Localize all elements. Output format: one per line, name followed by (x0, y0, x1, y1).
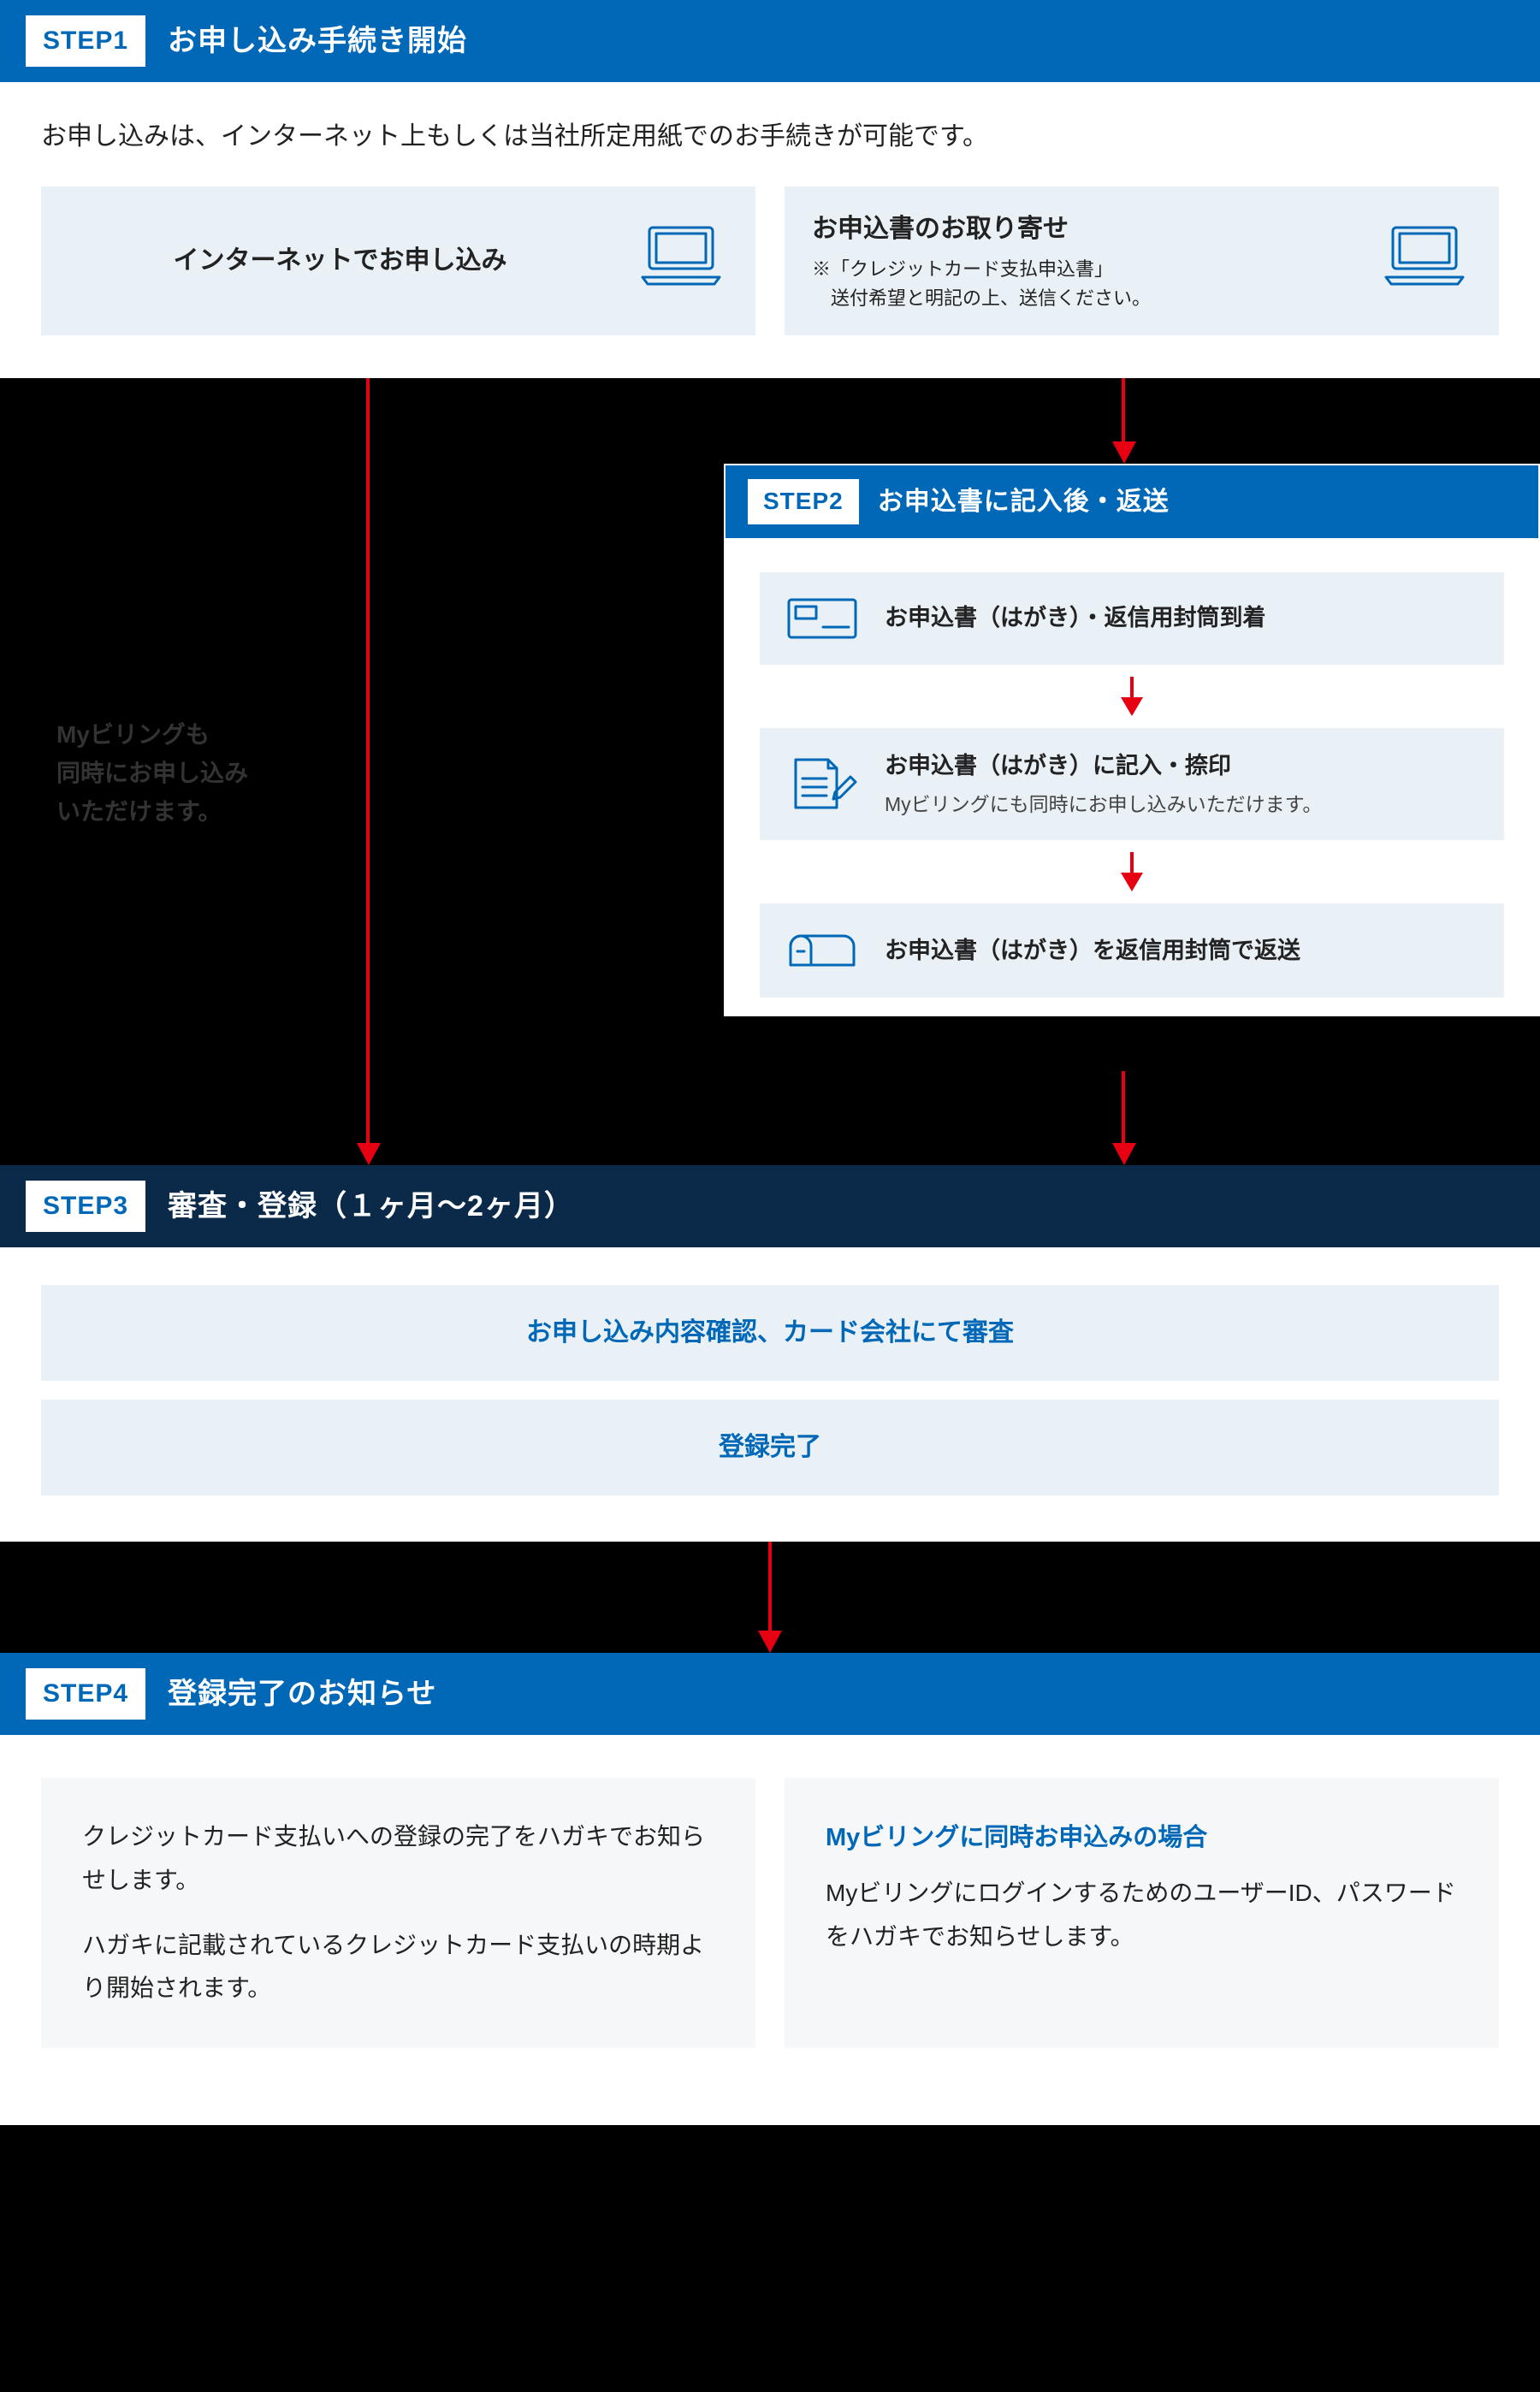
step2-body: お申込書（はがき）・返信用封筒到着 (726, 538, 1538, 1015)
step2-title: お申込書に記入後・返送 (878, 482, 1170, 523)
step4-left-p1: クレジットカード支払いへの登録の完了をハガキでお知らせします。 (82, 1815, 714, 1902)
step3-header: STEP3 審査・登録（１ヶ月〜2ヶ月） (0, 1165, 1540, 1247)
envelope-icon (785, 593, 859, 644)
mid-right-column: STEP2 お申込書に記入後・返送 お申込書（はがき）・返信用封筒到着 (724, 378, 1540, 1165)
step3-body-card: お申し込み内容確認、カード会社にて審査 登録完了 (0, 1247, 1540, 1542)
step1-tag: STEP1 (26, 15, 145, 67)
step2-panel: STEP2 お申込書に記入後・返送 お申込書（はがき）・返信用封筒到着 (724, 464, 1540, 1016)
step4-right-heading: Myビリングに同時お申込みの場合 (826, 1815, 1458, 1860)
step4-header: STEP4 登録完了のお知らせ (0, 1653, 1540, 1735)
step3-box-complete: 登録完了 (41, 1400, 1499, 1495)
step1-lead-text: お申し込みは、インターネット上もしくは当社所定用紙でのお手続きが可能です。 (41, 116, 1499, 157)
laptop-icon (634, 221, 728, 301)
step4-body-card: クレジットカード支払いへの登録の完了をハガキでお知らせします。 ハガキに記載され… (0, 1735, 1540, 2125)
flow-arrow-step3-to-step4 (0, 1542, 1540, 1653)
down-arrow-icon (1119, 677, 1145, 716)
document-pen-icon (785, 755, 859, 814)
step1-option-form-label: お申込書のお取り寄せ (812, 209, 1355, 250)
step2-item-2: お申込書（はがき）に記入・捺印 Myビリングにも同時にお申し込みいただけます。 (760, 728, 1504, 840)
step4-title: 登録完了のお知らせ (168, 1671, 436, 1717)
step4-columns: クレジットカード支払いへの登録の完了をハガキでお知らせします。 ハガキに記載され… (41, 1778, 1499, 2048)
step1-option-form: お申込書のお取り寄せ ※「クレジットカード支払申込書」 送付希望と明記の上、送信… (785, 187, 1499, 335)
step1-header: STEP1 お申し込み手続き開始 (0, 0, 1540, 82)
step2-item-3-title: お申込書（はがき）を返信用封筒で返送 (885, 933, 1478, 969)
step4-left-p2: ハガキに記載されているクレジットカード支払いの時期より開始されます。 (82, 1924, 714, 2010)
step4-right-p: MyビリングにログインするためのユーザーID、パスワードをハガキでお知らせします… (826, 1872, 1458, 1958)
mid-left-column: Myビリングも 同時にお申し込み いただけます。 (0, 378, 724, 1165)
laptop-icon (1377, 221, 1472, 301)
step1-body: お申し込みは、インターネット上もしくは当社所定用紙でのお手続きが可能です。 イン… (0, 82, 1540, 378)
step2-item-3: お申込書（はがき）を返信用封筒で返送 (760, 903, 1504, 998)
step4-right-column: Myビリングに同時お申込みの場合 MyビリングにログインするためのユーザーID、… (785, 1778, 1499, 2048)
step1-options-row: インターネットでお申し込み お申込書のお取り寄せ ※「クレジットカード支払申込書… (41, 187, 1499, 335)
step2-item-2-title: お申込書（はがき）に記入・捺印 (885, 749, 1478, 785)
mid-left-note: Myビリングも 同時にお申し込み いただけます。 (56, 716, 248, 831)
step2-item-2-sub: Myビリングにも同時にお申し込みいただけます。 (885, 790, 1478, 820)
down-arrow-icon (1119, 852, 1145, 891)
step1-option-internet: インターネットでお申し込み (41, 187, 755, 335)
step1-option-form-note: ※「クレジットカード支払申込書」 送付希望と明記の上、送信ください。 (812, 255, 1355, 313)
step2-item-1-title: お申込書（はがき）・返信用封筒到着 (885, 601, 1478, 636)
mailbox-icon (785, 924, 859, 977)
step4-left-column: クレジットカード支払いへの登録の完了をハガキでお知らせします。 ハガキに記載され… (41, 1778, 755, 2048)
step3-tag: STEP3 (26, 1181, 145, 1232)
step2-item-1: お申込書（はがき）・返信用封筒到着 (760, 572, 1504, 665)
step2-header: STEP2 お申込書に記入後・返送 (726, 465, 1538, 538)
step3-title: 審査・登録（１ヶ月〜2ヶ月） (168, 1183, 574, 1229)
step4-tag: STEP4 (26, 1668, 145, 1720)
mid-flow-area: Myビリングも 同時にお申し込み いただけます。 STEP2 お申込書に記入後・… (0, 378, 1540, 1165)
step1-title: お申し込み手続き開始 (168, 18, 467, 64)
step2-tag: STEP2 (748, 479, 859, 524)
step1-option-internet-label: インターネットでお申し込み (68, 240, 612, 281)
step3-box-review: お申し込み内容確認、カード会社にて審査 (41, 1285, 1499, 1381)
